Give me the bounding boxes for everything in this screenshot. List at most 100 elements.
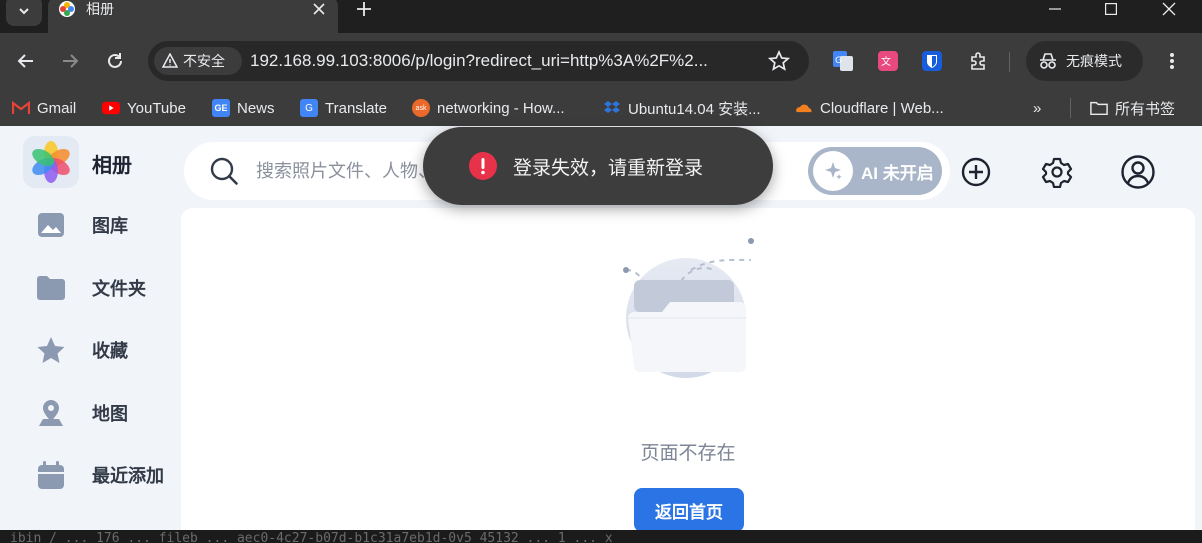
gmail-icon — [12, 99, 30, 117]
folder-icon — [36, 273, 66, 303]
svg-text:文: 文 — [881, 55, 891, 68]
photos-favicon-icon — [59, 1, 75, 17]
warning-icon — [162, 53, 178, 68]
active-tab[interactable]: 相册 — [48, 0, 338, 33]
minimize-icon — [1049, 8, 1061, 10]
app-title: 相册 — [92, 155, 132, 177]
ask-icon: ask — [412, 99, 430, 117]
google-translate-extension-icon[interactable]: G — [831, 49, 855, 73]
tab-strip: 相册 — [0, 0, 1202, 33]
bookmark-ubuntu[interactable]: Ubuntu14.04 安装... — [603, 97, 761, 119]
tab-search-button[interactable] — [6, 0, 42, 26]
tab-title: 相册 — [86, 1, 114, 17]
sidebar-item-folders[interactable]: 文件夹 — [36, 271, 146, 305]
bookmark-networking[interactable]: ask networking - How... — [412, 97, 565, 119]
minimize-button[interactable] — [1032, 0, 1078, 18]
star-icon — [36, 335, 66, 365]
calendar-icon — [36, 460, 66, 490]
arrow-right-icon — [63, 54, 79, 68]
all-bookmarks-button[interactable]: 所有书签 — [1090, 97, 1175, 119]
chevron-down-icon — [19, 8, 29, 15]
youtube-icon — [102, 99, 120, 117]
overflow-chevron-icon: » — [1033, 99, 1042, 117]
bookmark-news[interactable]: GE News — [212, 97, 275, 119]
reload-button[interactable] — [101, 47, 129, 75]
sidebar-item-favorites[interactable]: 收藏 — [36, 333, 128, 367]
bookmark-gmail[interactable]: Gmail — [12, 97, 76, 119]
sparkle-icon — [813, 151, 853, 191]
background-terminal-strip: ibin / ... 176 ... fileb ... aec0-4c27-b… — [0, 530, 1202, 543]
back-home-button[interactable]: 返回首页 — [634, 488, 744, 532]
screen: 相册 不安全 192.168.99.103:8006/p/login?redir… — [0, 0, 1202, 543]
bookmark-label: Gmail — [37, 99, 77, 117]
bookmark-label: Translate — [325, 99, 387, 117]
photos-logo-icon — [32, 141, 70, 183]
bookmark-label: YouTube — [127, 99, 186, 117]
maximize-button[interactable] — [1088, 0, 1134, 18]
account-button[interactable] — [1117, 151, 1159, 193]
incognito-indicator[interactable]: 无痕模式 — [1026, 41, 1143, 81]
sidebar-item-gallery[interactable]: 图库 — [36, 208, 128, 242]
bookmark-translate[interactable]: G Translate — [300, 97, 387, 119]
all-bookmarks-label: 所有书签 — [1115, 100, 1176, 118]
news-icon: GE — [212, 99, 230, 117]
bookmark-youtube[interactable]: YouTube — [102, 97, 186, 119]
sidebar-item-label: 地图 — [92, 404, 128, 424]
incognito-label: 无痕模式 — [1066, 53, 1122, 69]
error-toast: 登录失效，请重新登录 — [423, 127, 773, 205]
bitwarden-extension-icon[interactable] — [920, 49, 944, 73]
ai-toggle[interactable]: AI 未开启 — [808, 147, 942, 195]
bookmark-label: Ubuntu14.04 安装... — [628, 100, 761, 118]
not-found-message: 页面不存在 — [640, 443, 736, 464]
arrow-left-icon — [17, 54, 33, 68]
translate-icon: G — [300, 99, 318, 117]
bookmark-cloudflare[interactable]: Cloudflare | Web... — [795, 97, 944, 119]
cloudflare-icon — [795, 99, 813, 117]
ai-toggle-label: AI 未开启 — [861, 163, 934, 183]
address-bar[interactable]: 不安全 192.168.99.103:8006/p/login?redirect… — [148, 41, 809, 81]
sidebar-item-label: 最近添加 — [92, 466, 164, 486]
sidebar-item-recent[interactable]: 最近添加 — [36, 458, 164, 492]
dropbox-icon — [603, 99, 621, 117]
toast-message: 登录失效，请重新登录 — [513, 157, 704, 179]
back-button[interactable] — [12, 47, 40, 75]
translate-extension-icon[interactable]: 文 — [876, 49, 900, 73]
error-alert-icon — [469, 152, 497, 180]
close-window-button[interactable] — [1146, 0, 1192, 18]
sidebar-item-label: 文件夹 — [92, 279, 146, 299]
image-icon — [36, 210, 66, 240]
browser-menu-button[interactable] — [1160, 49, 1184, 73]
incognito-icon — [1040, 53, 1056, 69]
sidebar-item-map[interactable]: 地图 — [36, 396, 128, 430]
browser-toolbar: 不安全 192.168.99.103:8006/p/login?redirect… — [0, 33, 1202, 89]
new-tab-button[interactable] — [352, 0, 376, 20]
gear-icon — [1041, 157, 1073, 188]
main-content: 页面不存在 返回首页 — [181, 208, 1195, 538]
terminal-text: ibin / ... 176 ... fileb ... aec0-4c27-b… — [10, 531, 613, 543]
settings-button[interactable] — [1036, 151, 1078, 193]
user-circle-icon — [1121, 155, 1155, 189]
bookmarks-separator — [1070, 98, 1071, 118]
site-security-chip[interactable]: 不安全 — [154, 47, 242, 75]
add-button[interactable] — [955, 151, 997, 193]
close-tab-icon[interactable] — [310, 0, 328, 18]
map-pin-icon — [36, 398, 66, 428]
sidebar-item-label: 图库 — [92, 216, 128, 236]
plus-icon — [357, 2, 371, 16]
maximize-icon — [1105, 3, 1117, 15]
sidebar-item-label: 收藏 — [92, 341, 128, 361]
forward-button[interactable] — [56, 47, 84, 75]
search-icon[interactable] — [209, 156, 239, 186]
bookmark-label: Cloudflare | Web... — [820, 99, 944, 117]
extensions-puzzle-icon[interactable] — [966, 49, 990, 73]
url-text[interactable]: 192.168.99.103:8006/p/login?redirect_uri… — [250, 50, 770, 72]
bookmark-star-icon[interactable] — [768, 50, 790, 72]
bookmark-label: News — [237, 99, 275, 117]
bookmarks-overflow-button[interactable]: » — [1033, 97, 1041, 119]
svg-text:G: G — [835, 56, 842, 66]
bookmarks-bar: Gmail YouTube GE News G Translate ask ne… — [0, 89, 1202, 126]
plus-circle-icon — [961, 157, 991, 187]
empty-folder-illustration — [623, 238, 754, 378]
close-icon — [1162, 2, 1176, 16]
app-logo[interactable] — [23, 136, 79, 188]
